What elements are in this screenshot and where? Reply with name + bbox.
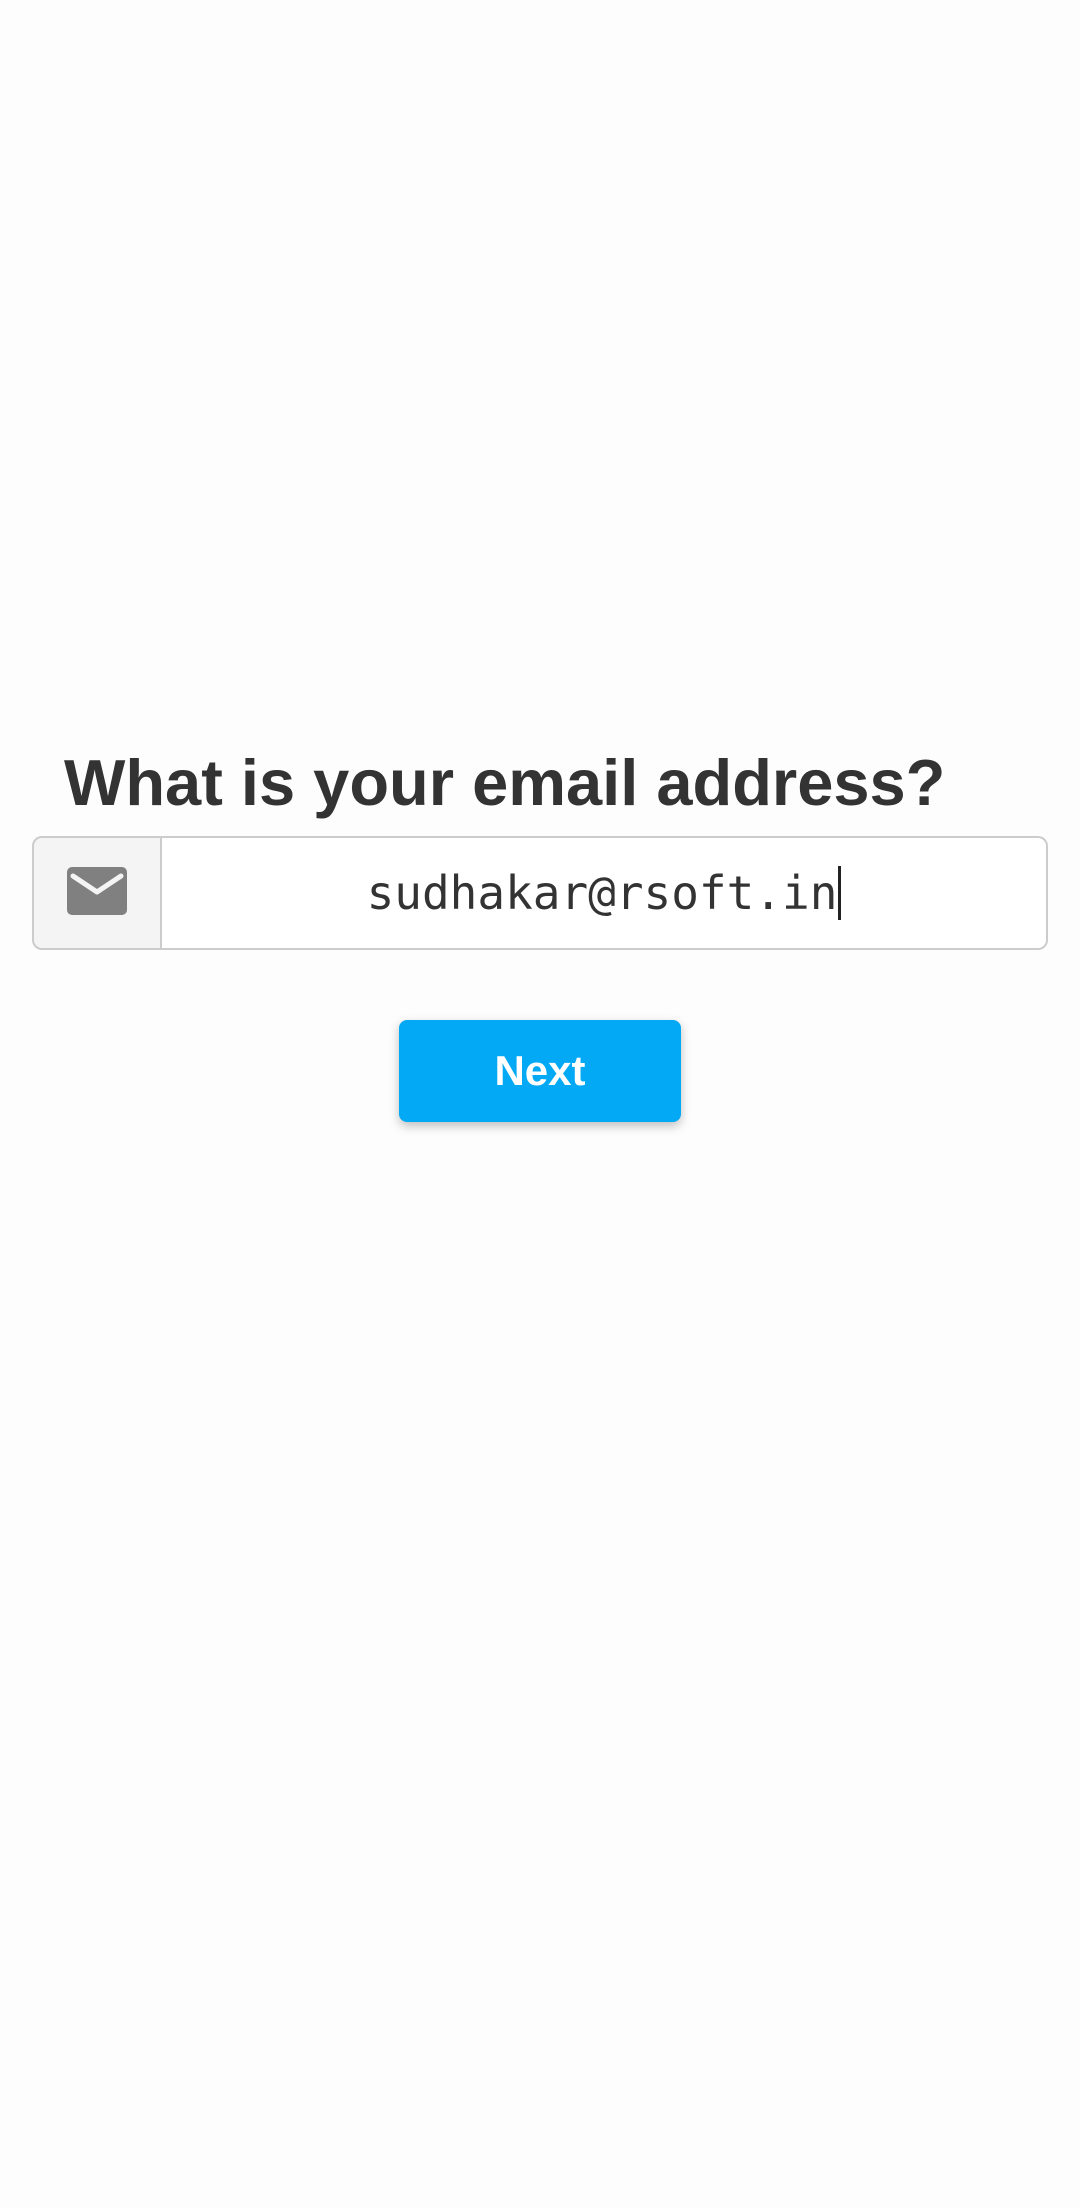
- email-question-heading: What is your email address?: [64, 746, 946, 819]
- email-input-addon: [32, 836, 162, 950]
- email-input-group: sudhakar@rsoft.in: [32, 836, 1048, 950]
- next-button[interactable]: Next: [399, 1020, 681, 1122]
- envelope-icon: [67, 866, 127, 920]
- email-field-value: sudhakar@rsoft.in: [366, 866, 838, 920]
- text-cursor: [838, 866, 842, 920]
- email-field[interactable]: sudhakar@rsoft.in: [162, 836, 1048, 950]
